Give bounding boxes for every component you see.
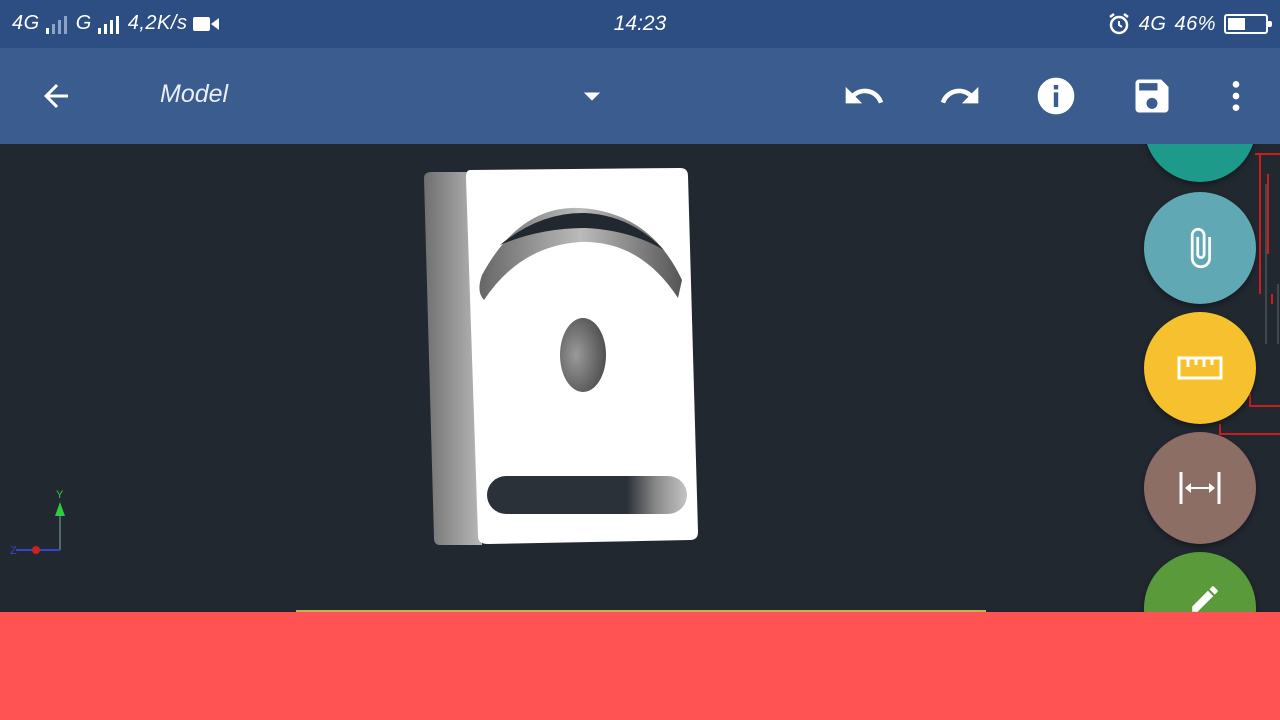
axis-y-label: Y (56, 489, 64, 501)
alarm-clock-icon (1109, 13, 1129, 35)
pencil-icon (1192, 586, 1218, 612)
back-button[interactable] (32, 72, 80, 120)
undo-button[interactable] (840, 72, 888, 120)
dimension-button[interactable] (1144, 432, 1256, 544)
clock: 14:23 (613, 12, 667, 35)
axis-indicator: Y Z (10, 489, 65, 557)
more-options-button[interactable] (1212, 72, 1260, 120)
page-title: Model (160, 80, 229, 108)
network-type-right: 4G (1138, 12, 1167, 35)
model-slot (487, 476, 687, 514)
model-viewport[interactable]: Y Z (0, 144, 1280, 612)
paperclip-icon (1190, 227, 1211, 269)
bottom-panel (0, 612, 1280, 720)
more-vert-icon (1232, 81, 1240, 111)
ruler-icon (1177, 356, 1223, 380)
redo-button[interactable] (936, 72, 984, 120)
redo-icon (940, 86, 979, 104)
battery-fill (1228, 18, 1245, 30)
view-dropdown-button[interactable] (568, 72, 616, 120)
dimension-icon (1179, 472, 1221, 504)
status-right: 4G 46% (1107, 12, 1272, 36)
status-bar: 4G G 4,2K/s 14:23 4G 46% (0, 0, 1280, 48)
3d-model[interactable] (0, 144, 1280, 612)
measure-button[interactable] (1144, 312, 1256, 424)
caret-down-icon (583, 92, 601, 101)
save-button[interactable] (1128, 72, 1176, 120)
app-bar: Model (0, 48, 1280, 144)
info-button[interactable] (1032, 72, 1080, 120)
battery-icon (1224, 14, 1272, 34)
attach-button[interactable] (1144, 192, 1256, 304)
info-icon (1037, 77, 1075, 115)
undo-icon (845, 86, 884, 104)
floppy-disk-icon (1135, 79, 1169, 113)
arrow-left-icon (44, 84, 68, 108)
battery-percent: 46% (1174, 12, 1216, 35)
axis-z-label: Z (10, 545, 17, 557)
model-center-hole (560, 318, 606, 392)
